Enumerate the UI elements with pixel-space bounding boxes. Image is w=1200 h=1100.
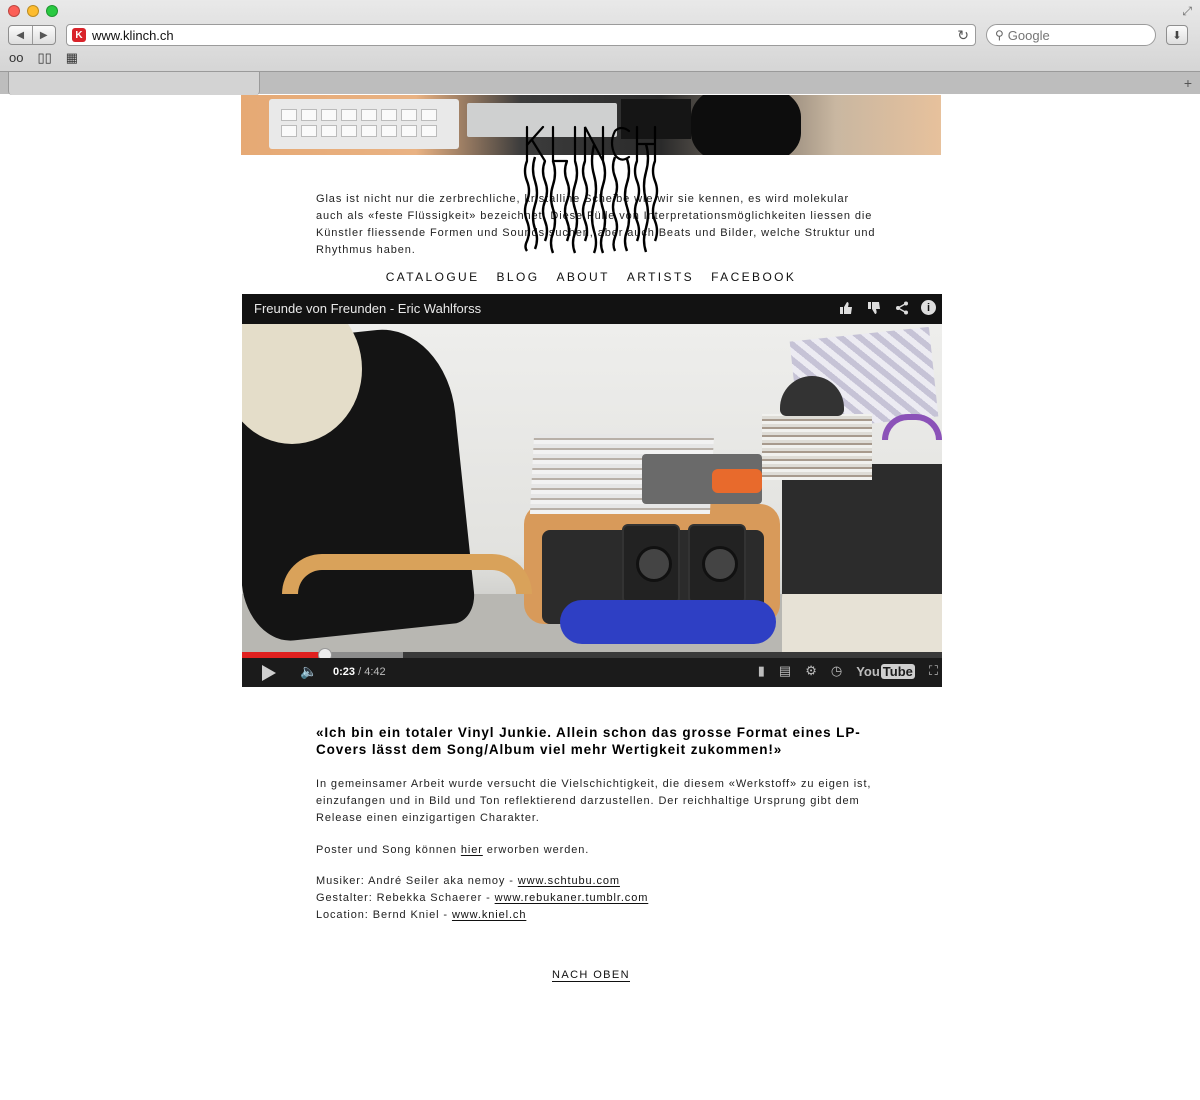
video-frame[interactable]	[242, 324, 942, 652]
credit-link[interactable]: www.rebukaner.tumblr.com	[495, 892, 649, 904]
back-to-top-link[interactable]: NACH OBEN	[552, 969, 630, 981]
search-icon: ⚲	[995, 28, 1004, 42]
nav-blog[interactable]: BLOG	[497, 270, 540, 284]
share-icon[interactable]	[893, 299, 911, 317]
video-title-bar: Freunde von Freunden - Eric Wahlforss i	[242, 294, 942, 324]
youtube-logo[interactable]: You Tube	[856, 663, 915, 679]
nav-catalogue[interactable]: CATALOGUE	[386, 270, 480, 284]
nav-artists[interactable]: ARTISTS	[627, 270, 694, 284]
captions-icon[interactable]: ▮	[758, 663, 765, 679]
info-icon[interactable]: i	[921, 300, 936, 315]
bookmarks-icon[interactable]: ▯▯	[37, 50, 51, 66]
fullscreen-icon[interactable]: ⤢	[1182, 4, 1192, 19]
top-sites-icon[interactable]: ▦	[66, 50, 78, 66]
watch-later-icon[interactable]: ◷	[831, 663, 842, 679]
back-button[interactable]: ◀	[9, 26, 32, 44]
credit-line: Musiker: André Seiler aka nemoy - www.sc…	[316, 875, 620, 887]
site-favicon-icon: K	[72, 28, 86, 42]
purchase-link[interactable]: hier	[461, 844, 483, 856]
history-buttons: ◀ ▶	[8, 25, 56, 45]
downloads-button[interactable]: ⬇	[1166, 25, 1188, 45]
video-actions: i	[837, 299, 936, 317]
video-right-controls: ▮ ▤ ⚙ ◷ You Tube ⛶	[758, 663, 938, 679]
annotations-icon[interactable]: ▤	[779, 663, 791, 679]
klinch-logo[interactable]	[523, 121, 659, 255]
address-bar[interactable]: K www.klinch.ch ↻	[66, 24, 976, 46]
volume-icon[interactable]: 🔈	[300, 663, 317, 680]
new-tab-icon[interactable]: +	[1184, 75, 1192, 91]
main-nav: CATALOGUE BLOG ABOUT ARTISTS FACEBOOK	[241, 270, 941, 284]
reload-icon[interactable]: ↻	[957, 27, 969, 44]
credit-line: Location: Bernd Kniel - www.kniel.ch	[316, 909, 527, 921]
bookmarks-bar: oo ▯▯ ▦	[9, 50, 78, 66]
forward-button[interactable]: ▶	[31, 26, 56, 44]
search-input[interactable]	[1007, 27, 1138, 43]
minimize-window-button[interactable]	[27, 5, 39, 17]
forward-icon: ▶	[39, 29, 48, 41]
credit-link[interactable]: www.schtubu.com	[518, 875, 620, 887]
window-controls	[8, 5, 58, 17]
close-window-button[interactable]	[8, 5, 20, 17]
url-text[interactable]: www.klinch.ch	[92, 28, 174, 43]
video-player[interactable]: Freunde von Freunden - Eric Wahlforss i	[242, 294, 942, 687]
credit-link[interactable]: www.kniel.ch	[452, 909, 526, 921]
active-tab[interactable]	[8, 72, 260, 95]
current-time: 0:23	[333, 666, 356, 678]
back-icon: ◀	[16, 29, 25, 41]
zoom-window-button[interactable]	[46, 5, 58, 17]
back-to-top: NACH OBEN	[241, 965, 941, 983]
settings-gear-icon[interactable]: ⚙	[805, 663, 817, 679]
nav-about[interactable]: ABOUT	[556, 270, 609, 284]
video-controls: 🔈 0:23 / 4:42 ▮ ▤ ⚙ ◷ You Tube ⛶	[242, 658, 942, 687]
nav-facebook[interactable]: FACEBOOK	[711, 270, 796, 284]
search-field[interactable]: ⚲	[986, 24, 1156, 46]
article: «Ich bin ein totaler Vinyl Junkie. Allei…	[316, 724, 876, 924]
credit-line: Gestalter: Rebekka Schaerer - www.rebuka…	[316, 892, 649, 904]
web-page: Glas ist nicht nur die zerbrechliche, kr…	[0, 95, 1200, 1100]
article-quote: «Ich bin ein totaler Vinyl Junkie. Allei…	[316, 725, 861, 757]
fullscreen-icon[interactable]: ⛶	[929, 663, 938, 679]
browser-chrome: ⤢ ◀ ▶ K www.klinch.ch ↻ ⚲ ⬇ oo ▯▯ ▦ +	[0, 0, 1200, 95]
duration: 4:42	[364, 666, 386, 678]
download-icon: ⬇	[1172, 29, 1182, 42]
dislike-icon[interactable]	[865, 299, 883, 317]
reading-list-icon[interactable]: oo	[9, 50, 23, 66]
play-icon[interactable]	[262, 665, 276, 681]
article-body: In gemeinsamer Arbeit wurde versucht die…	[316, 778, 872, 824]
video-time: 0:23 / 4:42	[333, 666, 386, 678]
video-title[interactable]: Freunde von Freunden - Eric Wahlforss	[254, 301, 481, 316]
time-separator: /	[355, 666, 365, 678]
like-icon[interactable]	[837, 299, 855, 317]
credits: Musiker: André Seiler aka nemoy - www.sc…	[316, 873, 876, 924]
purchase-note: Poster und Song können hier erworben wer…	[316, 844, 590, 856]
tab-strip: +	[0, 71, 1200, 95]
